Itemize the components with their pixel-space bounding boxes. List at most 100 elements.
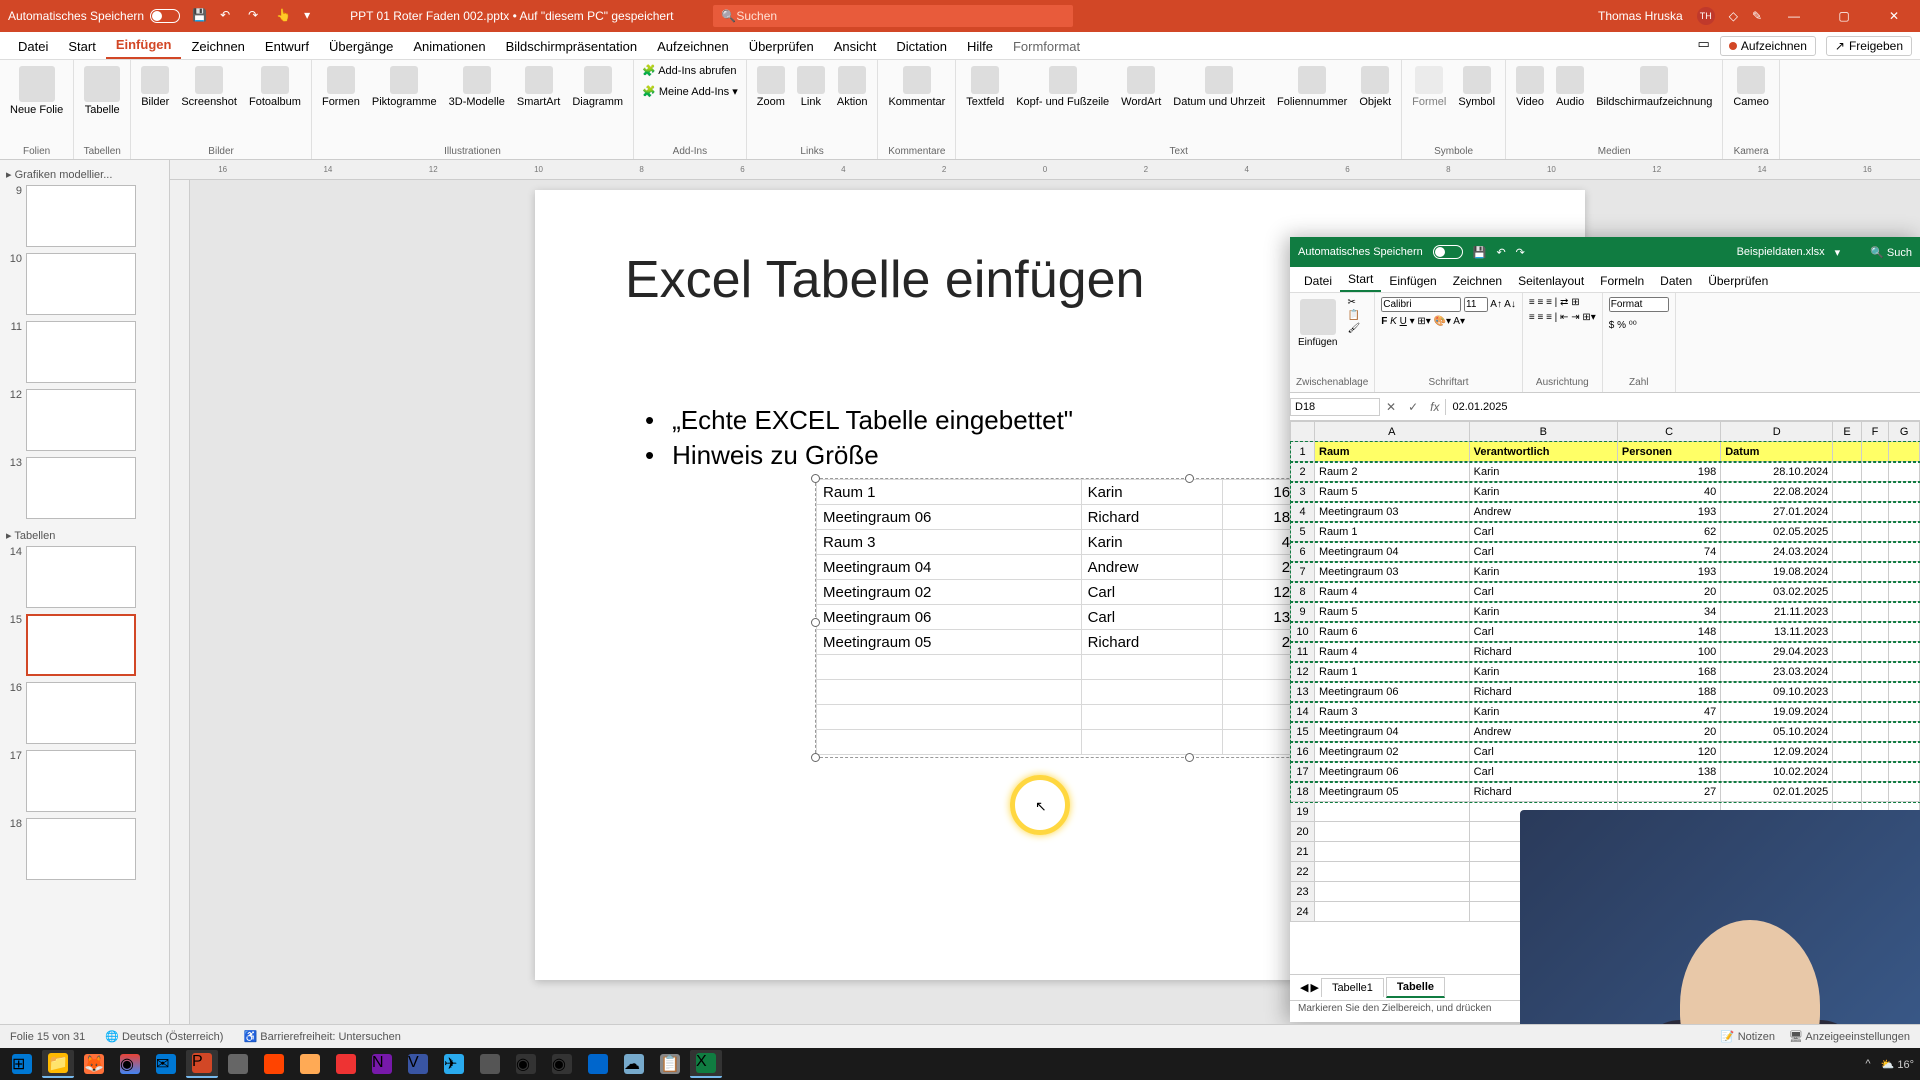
undo-icon[interactable]: ↶ (1496, 246, 1505, 259)
slide-thumbnail[interactable]: 14 (4, 546, 165, 608)
ribbon-tab-animationen[interactable]: Animationen (403, 34, 495, 59)
slide-thumbnail[interactable]: 17 (4, 750, 165, 812)
sheet-nav-first-icon[interactable]: ◀ (1300, 981, 1308, 994)
slide-thumbnail[interactable]: 16 (4, 682, 165, 744)
table-row[interactable]: 14Raum 3Karin4719.09.2024 (1291, 702, 1920, 722)
table-row[interactable]: 8Raum 4Carl2003.02.2025 (1291, 582, 1920, 602)
audio-button[interactable]: Audio (1554, 64, 1586, 110)
excel-tab-seitenlayout[interactable]: Seitenlayout (1510, 270, 1592, 292)
search-input[interactable] (736, 9, 1065, 23)
slidenumber-button[interactable]: Foliennummer (1275, 64, 1349, 110)
ribbon-tab-zeichnen[interactable]: Zeichnen (181, 34, 254, 59)
share-button[interactable]: ↗Freigeben (1826, 36, 1912, 56)
slide-thumbnails-panel[interactable]: ▸ Grafiken modellier... 910111213▸ Tabel… (0, 160, 170, 1024)
ribbon-tab-ansicht[interactable]: Ansicht (824, 34, 887, 59)
record-button[interactable]: Aufzeichnen (1720, 36, 1816, 56)
enter-icon[interactable]: ✓ (1402, 400, 1424, 414)
app-taskbar[interactable] (258, 1050, 290, 1078)
column-header[interactable]: F (1861, 422, 1889, 442)
cancel-icon[interactable]: ✕ (1380, 400, 1402, 414)
user-name[interactable]: Thomas Hruska (1598, 9, 1683, 23)
excel-tab-daten[interactable]: Daten (1652, 270, 1700, 292)
excel-tab-zeichnen[interactable]: Zeichnen (1445, 270, 1510, 292)
sheet-tab[interactable]: Tabelle (1386, 977, 1445, 998)
wordart-button[interactable]: WordArt (1119, 64, 1163, 110)
fontsize-select[interactable] (1464, 297, 1488, 312)
table-row[interactable]: 4Meetingraum 03Andrew19327.01.2024 (1291, 502, 1920, 522)
outlook-taskbar[interactable]: ✉ (150, 1050, 182, 1078)
table-header-row[interactable]: 1RaumVerantwortlichPersonenDatum (1291, 442, 1920, 462)
undo-icon[interactable]: ↶ (220, 8, 236, 24)
object-button[interactable]: Objekt (1357, 64, 1393, 110)
user-avatar[interactable]: TH (1697, 7, 1715, 25)
slide-thumbnail[interactable]: 13 (4, 457, 165, 519)
slide-counter[interactable]: Folie 15 von 31 (10, 1031, 85, 1043)
copy-icon[interactable]: 📋 (1347, 310, 1360, 321)
save-icon[interactable]: 💾 (192, 8, 208, 24)
format-painter-icon[interactable]: 🖌 (1347, 323, 1360, 334)
link-button[interactable]: Link (795, 64, 827, 110)
excel-tab-einfügen[interactable]: Einfügen (1381, 270, 1444, 292)
excel-autosave-toggle[interactable] (1433, 245, 1463, 259)
screen-recording-button[interactable]: Bildschirmaufzeichnung (1594, 64, 1714, 110)
ribbon-tab-übergänge[interactable]: Übergänge (319, 34, 403, 59)
redo-icon[interactable]: ↷ (248, 8, 264, 24)
app-taskbar[interactable] (474, 1050, 506, 1078)
ribbon-tab-formformat[interactable]: Formformat (1003, 34, 1090, 59)
search-icon[interactable]: 🔍 Such (1870, 246, 1912, 259)
ribbon-tab-dictation[interactable]: Dictation (886, 34, 957, 59)
name-box[interactable] (1290, 398, 1380, 416)
equation-button[interactable]: Formel (1410, 64, 1448, 110)
app-taskbar[interactable] (582, 1050, 614, 1078)
slide-bullets[interactable]: „Echte EXCEL Tabelle eingebettet" Hinwei… (645, 405, 1073, 475)
number-format[interactable] (1609, 297, 1669, 312)
table-row[interactable]: 16Meetingraum 02Carl12012.09.2024 (1291, 742, 1920, 762)
column-header[interactable]: D (1721, 422, 1833, 442)
ribbon-tab-datei[interactable]: Datei (8, 34, 58, 59)
app-taskbar[interactable] (330, 1050, 362, 1078)
app-taskbar[interactable]: ◉ (510, 1050, 542, 1078)
my-addins-button[interactable]: 🧩 Meine Add-Ins ▾ (642, 85, 738, 98)
underline-button[interactable]: U (1400, 316, 1407, 327)
notes-button[interactable]: 📝 Notizen (1721, 1030, 1775, 1043)
slide-thumbnail[interactable]: 15 (4, 614, 165, 676)
fx-icon[interactable]: fx (1424, 400, 1445, 414)
display-settings-button[interactable]: 🖥 Anzeigeeinstellungen (1789, 1030, 1910, 1043)
ribbon-tab-überprüfen[interactable]: Überprüfen (739, 34, 824, 59)
visio-taskbar[interactable]: V (402, 1050, 434, 1078)
column-header[interactable]: E (1833, 422, 1862, 442)
column-header[interactable]: A (1315, 422, 1470, 442)
italic-button[interactable]: K (1390, 316, 1397, 327)
chrome-taskbar[interactable]: ◉ (114, 1050, 146, 1078)
table-row[interactable]: 6Meetingraum 04Carl7424.03.2024 (1291, 542, 1920, 562)
firefox-taskbar[interactable]: 🦊 (78, 1050, 110, 1078)
app-taskbar[interactable] (294, 1050, 326, 1078)
ribbon-tab-einfügen[interactable]: Einfügen (106, 32, 182, 59)
datetime-button[interactable]: Datum und Uhrzeit (1171, 64, 1267, 110)
symbol-button[interactable]: Symbol (1456, 64, 1497, 110)
pictures-button[interactable]: Bilder (139, 64, 171, 110)
get-addins-button[interactable]: 🧩 Add-Ins abrufen (642, 64, 736, 77)
excel-taskbar[interactable]: X (690, 1050, 722, 1078)
header-footer-button[interactable]: Kopf- und Fußzeile (1014, 64, 1111, 110)
table-button[interactable]: Tabelle (82, 64, 122, 118)
section-header[interactable]: ▸ Tabellen (4, 525, 165, 546)
table-row[interactable]: 18Meetingraum 05Richard2702.01.2025 (1291, 782, 1920, 802)
app-taskbar[interactable]: ☁ (618, 1050, 650, 1078)
save-icon[interactable]: 💾 (1473, 246, 1487, 259)
collapse-ribbon-icon[interactable]: ▭ (1698, 36, 1710, 56)
excel-tab-datei[interactable]: Datei (1296, 270, 1340, 292)
file-explorer-taskbar[interactable]: 📁 (42, 1050, 74, 1078)
redo-icon[interactable]: ↷ (1516, 246, 1525, 259)
slide-thumbnail[interactable]: 9 (4, 185, 165, 247)
table-row[interactable]: 3Raum 5Karin4022.08.2024 (1291, 482, 1920, 502)
section-header[interactable]: ▸ Grafiken modellier... (4, 164, 165, 185)
smartart-button[interactable]: SmartArt (515, 64, 562, 110)
accessibility-indicator[interactable]: ♿ Barrierefreiheit: Untersuchen (243, 1030, 400, 1043)
cut-icon[interactable]: ✂ (1347, 297, 1360, 308)
shapes-button[interactable]: Formen (320, 64, 362, 110)
cameo-button[interactable]: Cameo (1731, 64, 1770, 110)
minimize-button[interactable]: — (1776, 9, 1812, 23)
slide-thumbnail[interactable]: 10 (4, 253, 165, 315)
ribbon-tab-bildschirmpräsentation[interactable]: Bildschirmpräsentation (496, 34, 648, 59)
